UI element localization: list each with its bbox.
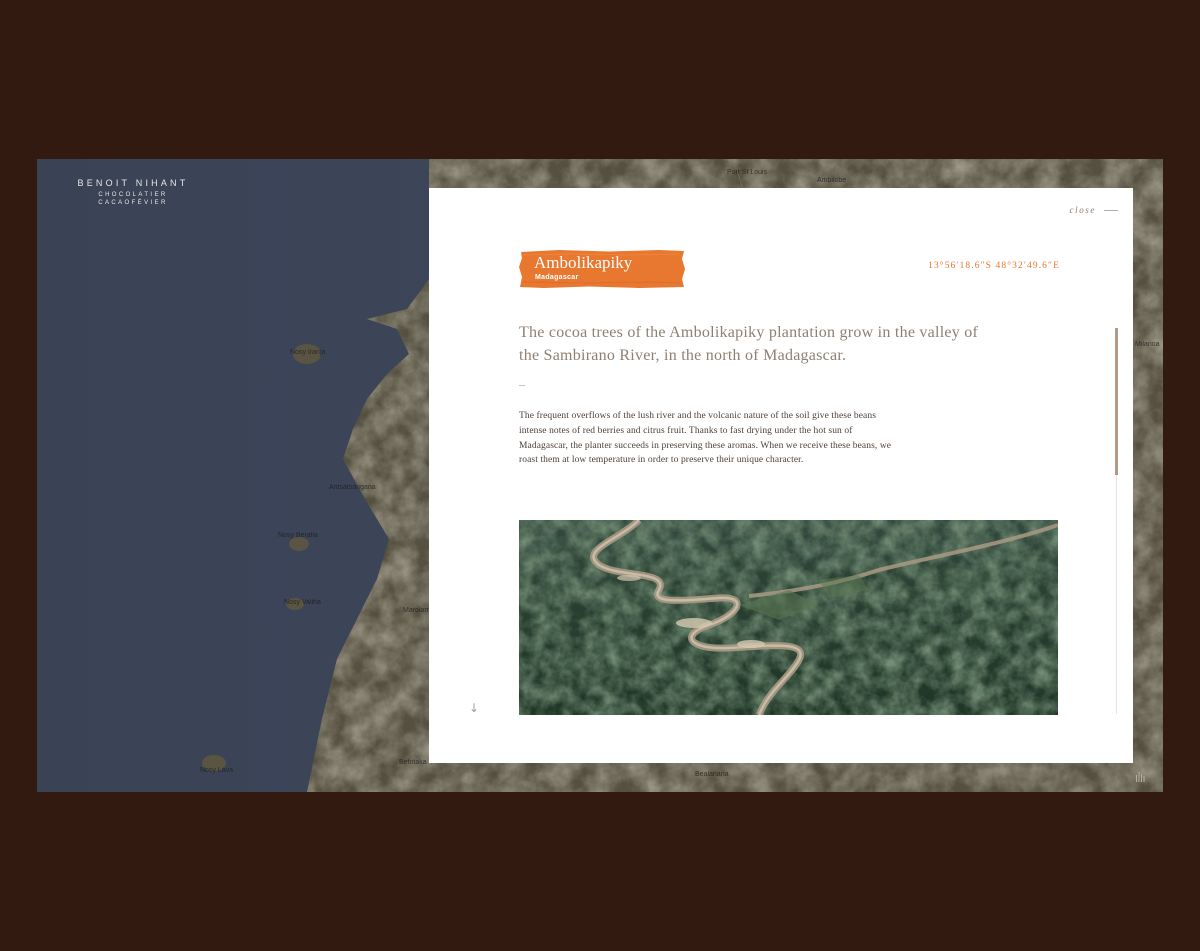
plantation-country: Madagascar bbox=[535, 274, 579, 281]
brand-logo[interactable]: BENOIT NIHANT CHOCOLATIER CACAOFÉVIER bbox=[63, 178, 203, 207]
separator: – bbox=[519, 377, 525, 391]
gps-coordinates: 13°56′18.6″S 48°32′49.6″E bbox=[928, 261, 1060, 271]
map-label: Nosy Iranja bbox=[290, 349, 326, 356]
map-label: Ambilobe bbox=[817, 177, 847, 184]
plantation-name: Ambolikapiky bbox=[534, 253, 633, 272]
brand-tagline-1: CHOCOLATIER bbox=[98, 192, 168, 198]
plantation-panel: close Ambolikapiky Madagascar 13°56′18.6… bbox=[429, 188, 1133, 763]
scrollbar-thumb[interactable] bbox=[1115, 328, 1118, 475]
close-button[interactable]: close bbox=[1069, 205, 1118, 215]
close-icon bbox=[1104, 209, 1118, 211]
map-label: Port St Louis bbox=[727, 169, 768, 176]
map-label: Befotaka bbox=[399, 759, 427, 766]
intro-text: The cocoa trees of the Ambolikapiky plan… bbox=[519, 324, 979, 364]
brand-name: BENOIT NIHANT bbox=[77, 178, 189, 188]
map-label: Bealanana bbox=[695, 771, 729, 778]
map-label: Nosy Valiha bbox=[284, 599, 321, 606]
river-aerial-photo bbox=[519, 520, 1058, 715]
sound-icon[interactable] bbox=[1135, 770, 1147, 782]
map-label: Antsatsangana bbox=[329, 484, 376, 491]
close-label: close bbox=[1069, 205, 1096, 215]
map-label: Milanoa bbox=[1135, 341, 1160, 348]
map-label: Nosy Berafia bbox=[278, 532, 319, 539]
map-label: Nosy Lava bbox=[200, 767, 234, 774]
plantation-title-badge: Ambolikapiky Madagascar bbox=[519, 249, 685, 289]
description-text: The frequent overflows of the lush river… bbox=[519, 411, 892, 466]
brand-tagline-2: CACAOFÉVIER bbox=[98, 200, 168, 206]
arrow-down-icon[interactable]: ↓ bbox=[469, 701, 479, 715]
